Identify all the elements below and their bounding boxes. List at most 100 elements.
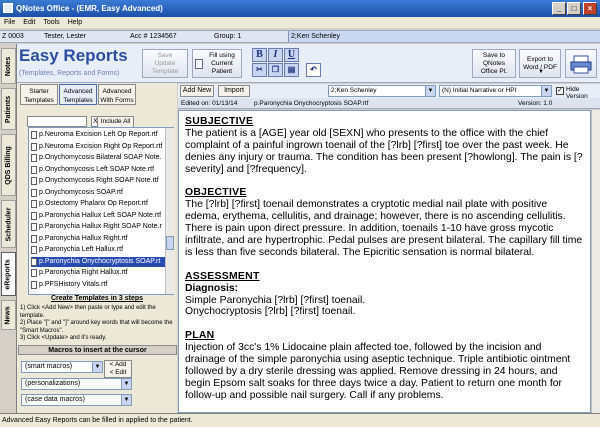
import-button[interactable]: Import: [218, 85, 250, 97]
patient-bar: Z 0003 Tester, Lester Acc # 1234567 Grou…: [0, 30, 600, 43]
list-item[interactable]: p.PFSHistory Vitals.rtf: [31, 280, 173, 290]
side-tab-news[interactable]: News: [1, 300, 16, 330]
menu-file[interactable]: File: [0, 19, 19, 26]
search-input[interactable]: [27, 116, 87, 127]
list-item[interactable]: p.Ostectomy Phalanx Op Report.rtf: [31, 199, 173, 209]
provider-select[interactable]: 2;Ken Schenley▼: [328, 85, 436, 97]
list-item-label: p.Paronychia Hallux Left SOAP Note.rtf: [39, 212, 161, 219]
patient-name[interactable]: Tester, Lester: [44, 31, 86, 42]
cut-icon[interactable]: ✂: [252, 63, 267, 77]
menu-help[interactable]: Help: [64, 19, 86, 26]
list-item[interactable]: p.Onychomycosis Left SOAP Note.rtf: [31, 165, 173, 175]
underline-button[interactable]: U: [284, 48, 299, 62]
fill-using-patient-button[interactable]: Fill using Current Patient: [192, 49, 242, 78]
add-edit-button[interactable]: < Add < Edit: [104, 360, 132, 378]
list-item-label: p.Onychomycosis Right SOAP Note.rtf: [39, 177, 159, 184]
document-icon: [31, 281, 37, 289]
list-item-label: p.Neuroma Excision Right Op Report.rtf: [39, 143, 162, 150]
list-item-label: p.Paronychia Hallux Right.rtf: [39, 235, 128, 242]
italic-button[interactable]: I: [268, 48, 283, 62]
minimize-button[interactable]: _: [552, 2, 566, 15]
mode-select[interactable]: (N) Initial Narrative or HPI▼: [439, 85, 552, 97]
paste-icon[interactable]: ▤: [284, 63, 299, 77]
menu-edit[interactable]: Edit: [19, 19, 39, 26]
menu-tools[interactable]: Tools: [39, 19, 63, 26]
macros-heading: Macros to insert at the cursor: [18, 345, 177, 355]
list-item[interactable]: p.Paronychia Hallux Right SOAP Note.r: [31, 222, 173, 232]
list-item[interactable]: p.Paronychia Left Hallux.rtf: [31, 245, 173, 255]
info-bar: Edited on: 01/13/14 p.Paronychia Onychoc…: [178, 98, 600, 109]
personalizations-select[interactable]: (personalizations)▼: [21, 378, 132, 390]
list-item[interactable]: p.Neuroma Excision Left Op Report.rtf: [31, 130, 173, 140]
document-icon: [31, 212, 37, 220]
side-tab-ereports[interactable]: eReports: [1, 252, 16, 296]
document-icon: [31, 246, 37, 254]
document-icon: [195, 59, 203, 69]
hide-version-checkbox[interactable]: ✓: [556, 87, 564, 95]
list-item[interactable]: p.Onychomycosis Bilateral SOAP Note.: [31, 153, 173, 163]
side-tabs: Notes Patients QDS Billing Scheduler eRe…: [0, 44, 17, 413]
create-step: 2) Place "[" and "]" around key words th…: [20, 320, 176, 335]
version-label: Version: 1.0: [518, 98, 552, 109]
document-icon: [31, 131, 37, 139]
document-editor[interactable]: SUBJECTIVE The patient is a [AGE] year o…: [178, 110, 591, 413]
print-button[interactable]: [565, 49, 597, 78]
document-icon: [31, 200, 37, 208]
list-item-label: p.Onychomycosis Left SOAP Note.rtf: [39, 166, 154, 173]
list-item[interactable]: p.Onychomycosis Right SOAP Note.rtf: [31, 176, 173, 186]
bold-button[interactable]: B: [252, 48, 267, 62]
maximize-button[interactable]: □: [567, 2, 581, 15]
list-item[interactable]: p.Paronychia Hallux Left SOAP Note.rtf: [31, 211, 173, 221]
window-title: QNotes Office - (EMR, Easy Advanced): [16, 4, 163, 13]
list-item[interactable]: p.Paronychia Right Hallux.rtf: [31, 268, 173, 278]
document-icon: [31, 189, 37, 197]
section-heading: OBJECTIVE: [185, 187, 584, 199]
list-item-label: p.PFSHistory Vitals.rtf: [39, 281, 107, 288]
current-filename: p.Paronychia Onychocryptosis SOAP.rtf: [254, 98, 368, 109]
smart-macros-select[interactable]: (smart macros)▼: [21, 361, 103, 373]
list-item-label: p.Paronychia Onychocryptosis SOAP.rt: [39, 258, 160, 265]
patient-acc: Acc # 1234567: [130, 31, 177, 42]
tab-advanced-templates[interactable]: Advanced Templates: [59, 84, 97, 105]
document-icon: [31, 154, 37, 162]
add-new-button[interactable]: Add New: [180, 85, 214, 97]
copy-icon[interactable]: ❐: [268, 63, 283, 77]
menu-bar: FileEditToolsHelp: [0, 17, 600, 28]
template-list-scrollbar[interactable]: [165, 128, 174, 294]
section-subjective: SUBJECTIVE The patient is a [AGE] year o…: [185, 116, 584, 176]
title-bar: QNotes Office - (EMR, Easy Advanced) _ □…: [0, 0, 600, 17]
page-title: Easy Reports: [19, 46, 128, 66]
side-tab-patients[interactable]: Patients: [1, 88, 16, 130]
editor-scrollbar[interactable]: [591, 110, 600, 413]
case-data-macros-select[interactable]: (case data macros)▼: [21, 394, 132, 406]
save-to-qnotes-button[interactable]: Save to QNotes Office Pt.: [472, 49, 516, 78]
section-heading: PLAN: [185, 330, 584, 342]
list-item-label: p.Onychomycosis Bilateral SOAP Note.: [39, 154, 161, 161]
save-update-template-button[interactable]: Save Update Template: [142, 49, 188, 78]
create-step: 3) Click <Update> and it's ready.: [20, 335, 176, 343]
list-item[interactable]: p.Onychomycosis SOAP.rtf: [31, 188, 173, 198]
section-text: Onychocryptosis [?lrb] [?first] toenail.: [185, 306, 584, 318]
tab-advanced-with-forms[interactable]: Advanced With Forms: [98, 84, 136, 105]
list-item[interactable]: p.Paronychia Hallux Right.rtf: [31, 234, 173, 244]
document-icon: [31, 223, 37, 231]
export-word-pdf-button[interactable]: Export to Word / PDF ▼: [519, 49, 561, 78]
list-item[interactable]: p.Paronychia Onychocryptosis SOAP.rt: [31, 257, 173, 267]
undo-icon[interactable]: ↶: [306, 63, 321, 77]
section-text: Injection of 3cc's 1% Lidocaine plain af…: [185, 342, 584, 402]
patient-provider[interactable]: 2;Ken Schenley: [288, 31, 600, 42]
list-item[interactable]: p.Neuroma Excision Right Op Report.rtf: [31, 142, 173, 152]
chevron-down-icon: ▼: [121, 395, 131, 405]
side-tab-qds-billing[interactable]: QDS Billing: [1, 134, 16, 196]
document-icon: [31, 177, 37, 185]
close-button[interactable]: ×: [583, 2, 597, 15]
edited-date: Edited on: 01/13/14: [181, 98, 237, 109]
template-list[interactable]: p.Neuroma Excision Left Op Report.rtf p.N…: [28, 127, 174, 295]
chevron-down-icon: ▼: [121, 379, 131, 389]
list-item-label: p.Onychomycosis SOAP.rtf: [39, 189, 123, 196]
side-tab-notes[interactable]: Notes: [1, 48, 16, 84]
tab-starter-templates[interactable]: Starter Templates: [20, 84, 58, 105]
section-text: The [?lrb] [?first] toenail demonstrates…: [185, 199, 584, 259]
scroll-thumb[interactable]: [166, 236, 174, 250]
side-tab-scheduler[interactable]: Scheduler: [1, 200, 16, 248]
